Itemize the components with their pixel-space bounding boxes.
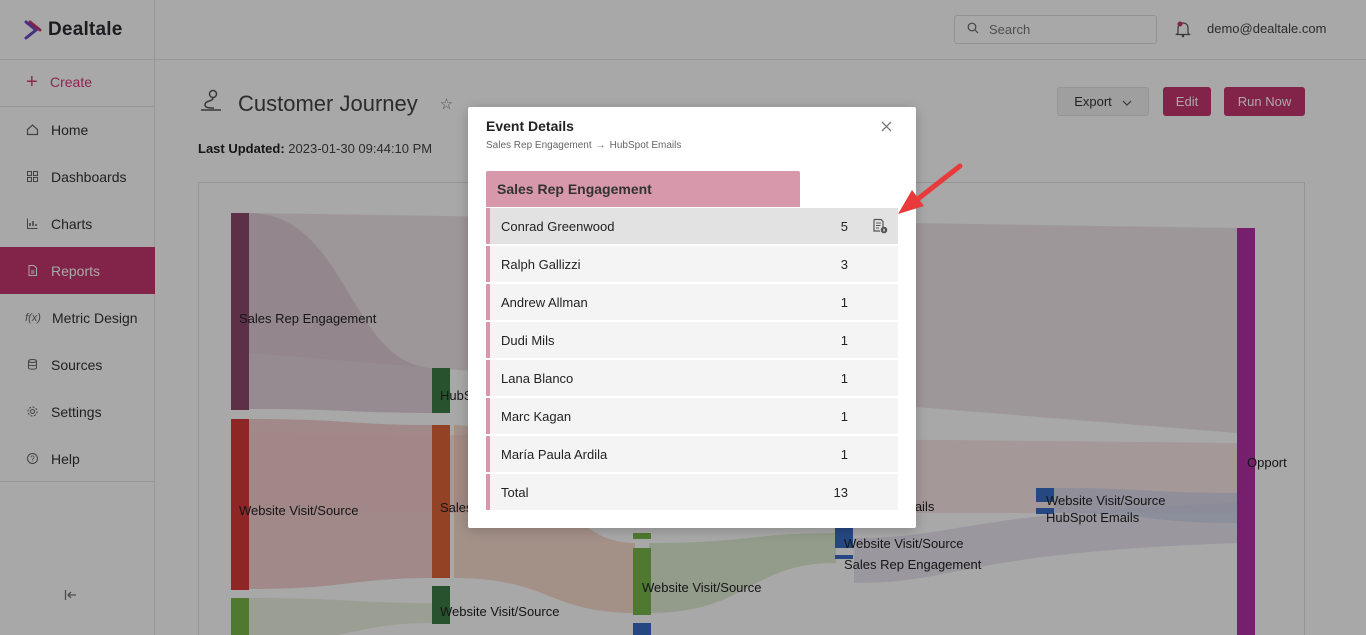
- modal-breadcrumb: Sales Rep Engagement → HubSpot Emails: [486, 140, 681, 151]
- total-label: Total: [501, 484, 529, 500]
- table-row[interactable]: Andrew Allman 1: [486, 284, 898, 320]
- row-name: María Paula Ardila: [501, 446, 608, 462]
- table-row[interactable]: Marc Kagan 1: [486, 398, 898, 434]
- document-info-icon[interactable]: [872, 218, 888, 234]
- table-row[interactable]: Lana Blanco 1: [486, 360, 898, 396]
- table-total-row: Total 13: [486, 474, 898, 510]
- row-name: Lana Blanco: [501, 370, 574, 386]
- row-name: Andrew Allman: [501, 294, 588, 310]
- annotation-arrow-icon: [898, 163, 963, 214]
- table-row[interactable]: Conrad Greenwood 5: [486, 208, 898, 244]
- row-count: 3: [840, 256, 848, 272]
- modal-title: Event Details: [486, 118, 574, 134]
- total-value: 13: [833, 484, 848, 500]
- table-row[interactable]: María Paula Ardila 1: [486, 436, 898, 472]
- row-name: Ralph Gallizzi: [501, 256, 581, 272]
- row-count: 5: [840, 218, 848, 234]
- table-row[interactable]: Dudi Mils 1: [486, 322, 898, 358]
- row-count: 1: [840, 408, 848, 424]
- row-count: 1: [840, 332, 848, 348]
- close-icon[interactable]: [881, 119, 892, 137]
- breadcrumb-arrow-icon: →: [595, 140, 606, 151]
- row-name: Conrad Greenwood: [501, 218, 615, 234]
- row-count: 1: [840, 446, 848, 462]
- table-row[interactable]: Ralph Gallizzi 3: [486, 246, 898, 282]
- row-count: 1: [840, 370, 848, 386]
- breadcrumb-from: Sales Rep Engagement: [486, 140, 592, 151]
- event-table: Conrad Greenwood 5 Ralph Gallizzi 3 Andr…: [486, 208, 898, 512]
- table-header: Sales Rep Engagement: [486, 171, 800, 207]
- breadcrumb-to: HubSpot Emails: [609, 140, 682, 151]
- row-name: Marc Kagan: [501, 408, 572, 424]
- row-name: Dudi Mils: [501, 332, 555, 348]
- event-details-modal: Event Details Sales Rep Engagement → Hub…: [468, 107, 916, 528]
- row-count: 1: [840, 294, 848, 310]
